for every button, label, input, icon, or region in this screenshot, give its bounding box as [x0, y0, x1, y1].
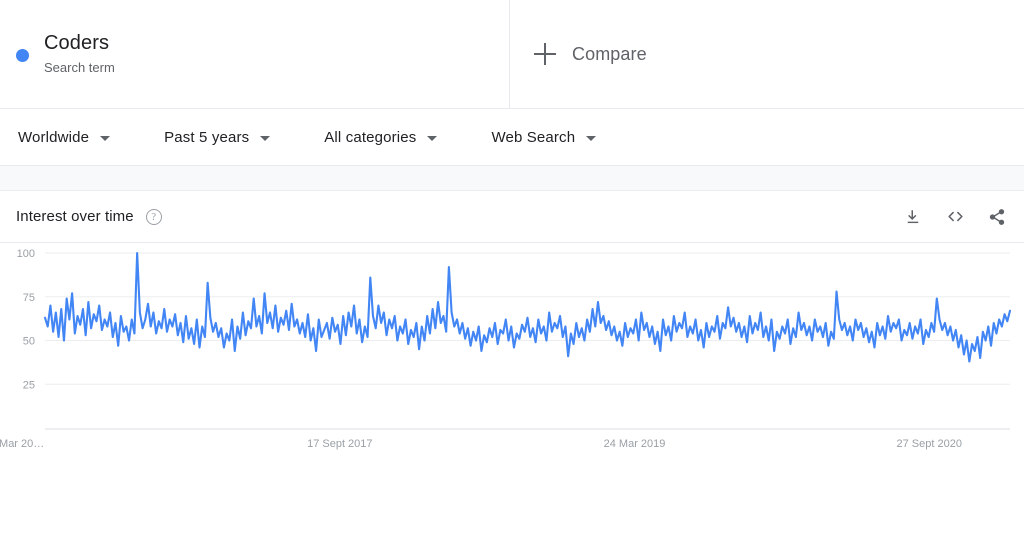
card-header: Interest over time ?: [0, 191, 1024, 243]
svg-text:50: 50: [23, 336, 35, 348]
help-circle-icon[interactable]: ?: [145, 208, 162, 225]
interest-over-time-chart[interactable]: 25 50 75 100 13 Mar 20… 17 Sept 2017 24 Mar 2…: [0, 243, 1024, 483]
page-title: Interest over time: [16, 208, 134, 225]
search-term-subtitle: Search term: [44, 60, 115, 75]
filter-location-label: Worldwide: [18, 128, 90, 146]
download-icon[interactable]: [902, 206, 924, 228]
filter-category-label: All categories: [324, 128, 417, 146]
filter-time-range-label: Past 5 years: [164, 128, 250, 146]
chart-x-axis-labels: 13 Mar 20… 17 Sept 2017 24 Mar 2019 27 Sept…: [0, 438, 962, 450]
add-comparison-button[interactable]: Compare: [510, 0, 1024, 108]
filter-search-type-label: Web Search: [491, 128, 576, 146]
svg-text:13 Mar 20…: 13 Mar 20…: [0, 438, 44, 450]
search-term-card[interactable]: Coders Search term: [0, 0, 510, 108]
chevron-down-icon: [586, 135, 597, 141]
search-term-name: Coders: [44, 32, 110, 54]
search-terms-bar: Coders Search term Compare: [0, 0, 1024, 109]
filter-location[interactable]: Worldwide: [18, 128, 111, 146]
svg-text:27 Sept 2020: 27 Sept 2020: [897, 438, 962, 450]
chevron-down-icon: [260, 135, 271, 141]
interest-over-time-card: Interest over time ? 25 50 75 100 Mar 20…: [0, 191, 1024, 483]
svg-text:17 Sept 2017: 17 Sept 2017: [307, 438, 372, 450]
filter-category[interactable]: All categories: [324, 128, 438, 146]
svg-text:24 Mar 2019: 24 Mar 2019: [604, 438, 666, 450]
chart-series-line: [43, 251, 1012, 363]
filter-search-type[interactable]: Web Search: [491, 128, 597, 146]
compare-label: Compare: [572, 43, 647, 64]
filter-time-range[interactable]: Past 5 years: [164, 128, 271, 146]
card-actions: [902, 206, 1008, 228]
svg-text:25: 25: [23, 379, 35, 391]
chart-svg: 25 50 75 100 13 Mar 20… 17 Sept 2017 24 Mar 2…: [0, 248, 1012, 450]
chart-y-axis-labels: 25 50 75 100: [17, 248, 35, 391]
chevron-down-icon: [427, 135, 438, 141]
embed-code-icon[interactable]: [944, 206, 966, 228]
share-icon[interactable]: [986, 206, 1008, 228]
svg-text:75: 75: [23, 292, 35, 304]
series-color-dot: [16, 48, 29, 62]
section-spacer: [0, 166, 1024, 191]
plus-icon: [534, 43, 556, 65]
search-term-texts: Coders Search term: [44, 30, 115, 78]
chevron-down-icon: [100, 135, 111, 141]
filters-bar: Worldwide Past 5 years All categories We…: [0, 109, 1024, 166]
svg-text:100: 100: [17, 248, 35, 260]
